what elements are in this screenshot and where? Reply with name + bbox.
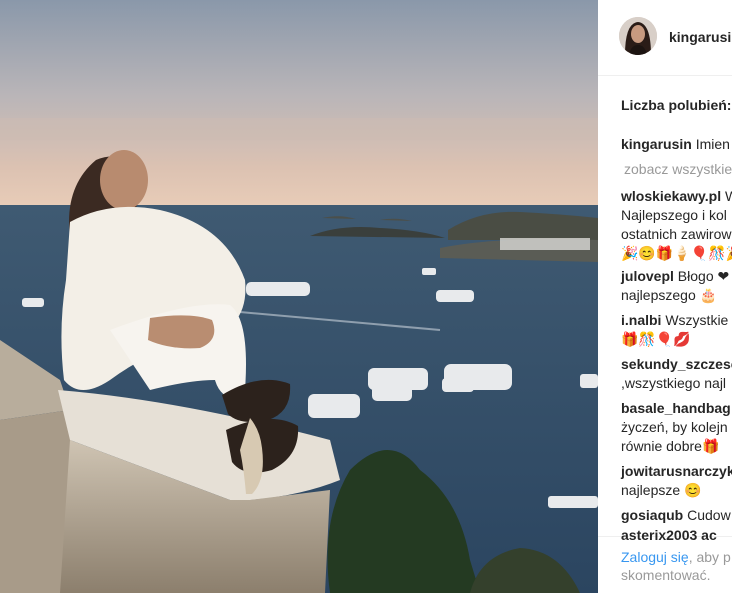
post-username[interactable]: kingarusin bbox=[669, 29, 732, 45]
comment-user-cut[interactable]: asterix2003 ac bbox=[621, 527, 717, 543]
comment-item: gosiaqub Cudow bbox=[621, 506, 732, 525]
comment-list: kingarusin Imien zobacz wszystkie wloski… bbox=[621, 135, 732, 531]
login-prompt: Zaloguj się, aby p skomentować. bbox=[621, 548, 731, 584]
comment-text: Cudow bbox=[687, 507, 731, 523]
comment-user[interactable]: julovepl bbox=[621, 268, 674, 284]
avatar[interactable] bbox=[619, 17, 657, 55]
login-link[interactable]: Zaloguj się bbox=[621, 549, 689, 565]
comment-text: najlepszego 🎂 bbox=[621, 287, 718, 303]
comment-user[interactable]: i.nalbi bbox=[621, 312, 661, 328]
comment-emoji: 🎉😊🎁🍦🎈🎊🎉 bbox=[621, 245, 732, 261]
comment-text: Najlepszego i kol bbox=[621, 207, 727, 223]
post-header: kingarusin bbox=[598, 0, 732, 76]
comment-text: Błogo ❤ bbox=[677, 268, 730, 284]
comment-user[interactable]: kingarusin bbox=[621, 136, 692, 152]
comment-text: Wszystkie bbox=[665, 312, 729, 328]
login-prompt-text-2: skomentować. bbox=[621, 567, 711, 583]
comment-user[interactable]: jowitarusnarczyk bbox=[621, 463, 732, 479]
comment-item: sekundy_szczesc ,wszystkiego najl bbox=[621, 355, 732, 393]
comment-user[interactable]: gosiaqub bbox=[621, 507, 683, 523]
comment-text: równie dobre🎁 bbox=[621, 438, 720, 454]
comment-text: Imien bbox=[695, 136, 730, 152]
comment-item: jowitarusnarczyk najlepsze 😊 bbox=[621, 462, 732, 500]
comment-user[interactable]: sekundy_szczesc bbox=[621, 356, 732, 372]
comment-item: julovepl Błogo ❤ najlepszego 🎂 bbox=[621, 267, 732, 305]
post-photo[interactable] bbox=[0, 0, 598, 593]
likes-count[interactable]: Liczba polubień: bbox=[621, 97, 731, 113]
comment-user[interactable]: basale_handbag bbox=[621, 400, 731, 416]
comment-caption: kingarusin Imien bbox=[621, 135, 732, 154]
view-all-comments-link[interactable]: zobacz wszystkie bbox=[624, 160, 732, 179]
login-footer: asterix2003 ac Zaloguj się, aby p skomen… bbox=[598, 527, 732, 593]
comment-item: wloskiekawy.pl W Najlepszego i kol ostat… bbox=[621, 187, 732, 261]
comment-item: i.nalbi Wszystkie 🎁🎊🎈💋 bbox=[621, 311, 732, 349]
post-image bbox=[0, 0, 598, 593]
comment-text: życzeń, by kolejn bbox=[621, 419, 728, 435]
comment-text: ostatnich zawirow bbox=[621, 226, 732, 242]
comment-text: W bbox=[725, 188, 732, 204]
comment-text: ,wszystkiego najl bbox=[621, 375, 727, 391]
post-sidebar: kingarusin Liczba polubień: kingarusin I… bbox=[598, 0, 732, 593]
comment-text: najlepsze 😊 bbox=[621, 482, 702, 498]
login-prompt-text: , aby p bbox=[688, 549, 731, 565]
comment-item: basale_handbag życzeń, by kolejn równie … bbox=[621, 399, 732, 456]
comment-text: 🎁🎊🎈💋 bbox=[621, 331, 691, 347]
comment-user[interactable]: wloskiekawy.pl bbox=[621, 188, 721, 204]
